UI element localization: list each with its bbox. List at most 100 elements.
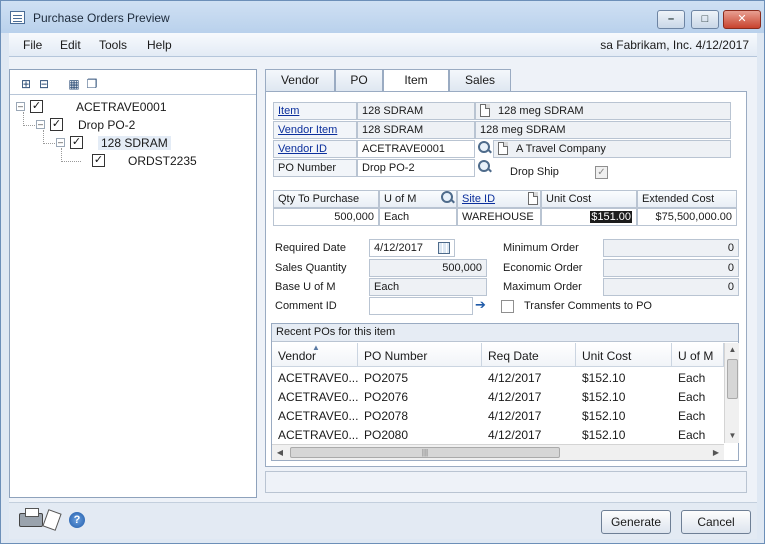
calendar-icon[interactable] (438, 242, 450, 254)
vendor-id-label[interactable]: Vendor ID (273, 140, 357, 158)
po-number-field[interactable]: Drop PO-2 (357, 159, 475, 177)
close-button[interactable]: ✕ (723, 10, 761, 29)
recent-row-3-cost[interactable]: $152.10 (576, 407, 672, 426)
menu-tools[interactable]: Tools (99, 38, 127, 52)
scroll-right-icon[interactable]: ▶ (708, 445, 724, 460)
recent-row-4-cost[interactable]: $152.10 (576, 426, 672, 445)
tree-node-checkbox[interactable]: ✓ (92, 154, 105, 167)
scroll-down-icon[interactable]: ▼ (725, 429, 740, 443)
recent-row-4-date[interactable]: 4/12/2017 (482, 426, 576, 445)
drop-ship-label: Drop Ship (510, 166, 559, 178)
recent-uofm-header[interactable]: U of M (672, 343, 724, 367)
copy-icon[interactable]: ❐ (84, 76, 100, 92)
magnifier-icon[interactable] (440, 190, 456, 206)
scroll-up-icon[interactable]: ▲ (725, 343, 740, 357)
recent-po-number-header[interactable]: PO Number (358, 343, 482, 367)
site-id-field[interactable]: WAREHOUSE (457, 208, 541, 226)
minimum-order-label: Minimum Order (503, 242, 579, 254)
sort-ascending-icon: ▲ (312, 343, 320, 352)
menu-help[interactable]: Help (147, 38, 172, 52)
tree-node-checkbox[interactable]: ✓ (30, 100, 43, 113)
tree-view: – ✓ ACETRAVE0001 – ✓ Drop PO-2 – ✓ 128 S… (10, 94, 256, 497)
note-icon[interactable] (528, 192, 538, 205)
collapse-icon[interactable]: – (36, 120, 45, 129)
recent-row-2-cost[interactable]: $152.10 (576, 388, 672, 407)
magnifier-icon[interactable] (477, 159, 493, 175)
unit-cost-field[interactable]: $151.00 (541, 208, 637, 226)
vendor-item-label[interactable]: Vendor Item (273, 121, 357, 139)
scroll-thumb[interactable] (727, 359, 738, 399)
recent-row-3-vendor[interactable]: ACETRAVE0... (272, 407, 358, 426)
recent-vertical-scrollbar[interactable]: ▲ ▼ (724, 343, 739, 443)
extended-cost-header: Extended Cost (637, 190, 737, 208)
tree-node-checkbox[interactable]: ✓ (70, 136, 83, 149)
arrow-right-icon[interactable]: ➔ (475, 298, 489, 312)
comment-id-label: Comment ID (275, 300, 337, 312)
menu-file[interactable]: File (23, 38, 42, 52)
recent-row-2-vendor[interactable]: ACETRAVE0... (272, 388, 358, 407)
recent-req-date-header[interactable]: Req Date (482, 343, 576, 367)
recent-vendor-header[interactable]: Vendor ▲ (272, 343, 358, 367)
vendor-note-icon[interactable] (498, 142, 508, 155)
printer-icon[interactable] (19, 508, 43, 527)
recent-row-2-uofm[interactable]: Each (672, 388, 724, 407)
vendor-id-field[interactable]: ACETRAVE0001 (357, 140, 475, 158)
recent-row-3-po[interactable]: PO2078 (358, 407, 482, 426)
collapse-icon[interactable]: – (16, 102, 25, 111)
generate-button[interactable]: Generate (601, 510, 671, 534)
document-icon[interactable] (42, 509, 62, 531)
collapse-all-icon[interactable]: ⊟ (36, 76, 52, 92)
required-date-label: Required Date (275, 242, 346, 254)
tree-pane: ⊞ ⊟ ▦ ❐ – ✓ ACETRAVE0001 – ✓ Drop PO-2 –… (9, 69, 257, 498)
drop-ship-checkbox[interactable]: ✓ (595, 166, 608, 179)
magnifier-icon[interactable] (477, 140, 493, 156)
recent-row-3-date[interactable]: 4/12/2017 (482, 407, 576, 426)
help-icon[interactable]: ? (69, 512, 85, 528)
item-label[interactable]: Item (273, 102, 357, 120)
collapse-icon[interactable]: – (56, 138, 65, 147)
scroll-thumb[interactable]: ||| (290, 447, 560, 458)
user-company-date: sa Fabrikam, Inc. 4/12/2017 (600, 38, 749, 52)
vendor-item-description-field: 128 meg SDRAM (475, 121, 731, 139)
cancel-button[interactable]: Cancel (681, 510, 751, 534)
menu-edit[interactable]: Edit (60, 38, 81, 52)
base-uofm-label: Base U of M (275, 281, 336, 293)
recent-row-2-po[interactable]: PO2076 (358, 388, 482, 407)
note-icon[interactable] (480, 104, 490, 117)
uofm-field[interactable]: Each (379, 208, 457, 226)
recent-row-1-vendor[interactable]: ACETRAVE0... (272, 369, 358, 388)
recent-row-1-uofm[interactable]: Each (672, 369, 724, 388)
recent-row-4-vendor[interactable]: ACETRAVE0... (272, 426, 358, 445)
recent-row-3-uofm[interactable]: Each (672, 407, 724, 426)
maximum-order-label: Maximum Order (503, 281, 582, 293)
recent-row-1-cost[interactable]: $152.10 (576, 369, 672, 388)
tab-vendor[interactable]: Vendor (265, 69, 335, 91)
unit-cost-header: Unit Cost (541, 190, 637, 208)
recent-row-4-po[interactable]: PO2080 (358, 426, 482, 445)
unit-cost-selected-text: $151.00 (590, 211, 632, 223)
item-number-field: 128 SDRAM (357, 102, 475, 120)
economic-order-field: 0 (603, 259, 739, 277)
tab-sales[interactable]: Sales (449, 69, 511, 91)
recent-row-2-date[interactable]: 4/12/2017 (482, 388, 576, 407)
item-description-field: 128 meg SDRAM (475, 102, 731, 120)
select-icon[interactable]: ▦ (66, 76, 82, 92)
transfer-comments-checkbox[interactable] (501, 300, 514, 313)
tab-po[interactable]: PO (335, 69, 383, 91)
recent-horizontal-scrollbar[interactable]: ◀ ||| ▶ (272, 444, 724, 460)
tab-item[interactable]: Item (383, 69, 449, 92)
tree-node-checkbox[interactable]: ✓ (50, 118, 63, 131)
recent-unit-cost-header[interactable]: Unit Cost (576, 343, 672, 367)
expand-all-icon[interactable]: ⊞ (18, 76, 34, 92)
scroll-left-icon[interactable]: ◀ (272, 445, 288, 460)
maximum-order-field: 0 (603, 278, 739, 296)
recent-row-4-uofm[interactable]: Each (672, 426, 724, 445)
recent-pos-list: Recent POs for this item Vendor ▲ PO Numb… (271, 323, 739, 461)
recent-row-1-date[interactable]: 4/12/2017 (482, 369, 576, 388)
qty-to-purchase-field[interactable]: 500,000 (273, 208, 379, 226)
extended-cost-field: $75,500,000.00 (637, 208, 737, 226)
comment-id-field[interactable] (369, 297, 473, 315)
maximize-button[interactable]: □ (691, 10, 719, 29)
recent-row-1-po[interactable]: PO2075 (358, 369, 482, 388)
minimize-button[interactable]: – (657, 10, 685, 29)
